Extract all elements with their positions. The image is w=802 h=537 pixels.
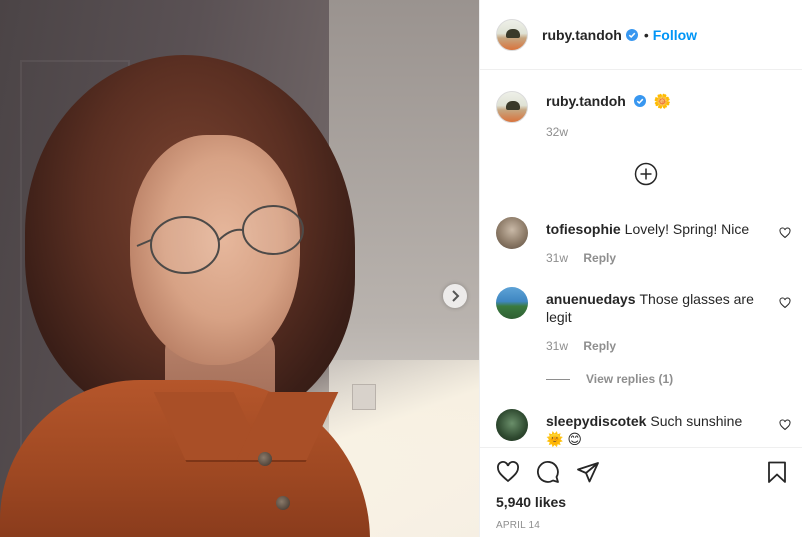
comment-body: anuenuedays Those glasses are legit [546, 290, 761, 326]
comment-avatar[interactable] [496, 217, 528, 249]
caption-avatar[interactable] [496, 91, 528, 123]
photo-light-switch [352, 384, 376, 410]
comment-avatar[interactable] [496, 287, 528, 319]
view-replies-line [546, 378, 570, 380]
comment: sleepydiscotek Such sunshine 🌞 😊 [496, 409, 791, 447]
header-separator: • [643, 26, 649, 43]
verified-badge-icon [625, 28, 638, 41]
caption: ruby.tandoh 🌼 [496, 91, 671, 123]
view-replies-button[interactable]: View replies (1) [546, 372, 673, 386]
heart-icon[interactable] [779, 419, 791, 431]
comment-meta: 31w Reply [546, 339, 616, 353]
chevron-right-icon [452, 290, 460, 302]
post-side-panel: ruby.tandoh • Follow ruby.tandoh 🌼 32w t… [479, 0, 802, 537]
verified-badge-icon [633, 95, 646, 107]
comment-body: tofiesophie Lovely! Spring! Nice [546, 220, 761, 238]
comment-body: sleepydiscotek Such sunshine 🌞 😊 [546, 412, 761, 447]
photo-glasses [136, 205, 304, 274]
caption-timestamp: 32w [546, 125, 569, 139]
view-replies-label: View replies (1) [586, 372, 674, 386]
comment: tofiesophie Lovely! Spring! Nice 31w Repl… [496, 217, 791, 277]
reply-button[interactable]: Reply [583, 339, 616, 353]
caption-text: 🌼 [653, 93, 672, 109]
heart-icon[interactable] [779, 297, 791, 309]
caption-username[interactable]: ruby.tandoh [546, 93, 626, 109]
bookmark-icon[interactable] [765, 460, 789, 484]
plus-circle-icon[interactable] [634, 162, 658, 186]
share-icon[interactable] [576, 460, 600, 484]
reply-button[interactable]: Reply [583, 251, 616, 265]
post-date: APRIL 14 [496, 520, 541, 531]
comment-time: 31w [546, 339, 569, 353]
comment-avatar[interactable] [496, 409, 528, 441]
comment-username[interactable]: anuenuedays [546, 291, 635, 307]
comment-time: 31w [546, 251, 569, 265]
next-photo-button[interactable] [443, 284, 467, 308]
photo-sweater-button [258, 452, 272, 466]
photo-sweater-button [276, 496, 290, 510]
comment-meta: 31w Reply [546, 251, 616, 265]
heart-icon[interactable] [779, 227, 791, 239]
follow-button[interactable]: Follow [653, 27, 697, 43]
comments-list[interactable]: ruby.tandoh 🌼 32w tofiesophie Lovely! Spr… [480, 71, 802, 447]
comment-username[interactable]: sleepydiscotek [546, 413, 646, 429]
heart-icon[interactable] [496, 460, 520, 484]
comment-icon[interactable] [536, 460, 560, 484]
instagram-post: ruby.tandoh • Follow ruby.tandoh 🌼 32w t… [0, 0, 802, 537]
post-actions: 5,940 likes APRIL 14 [480, 447, 802, 537]
comment: anuenuedays Those glasses are legit 31w R… [496, 287, 791, 387]
likes-count[interactable]: 5,940 likes [496, 494, 566, 510]
post-header: ruby.tandoh • Follow [480, 0, 802, 70]
author-avatar[interactable] [496, 18, 528, 51]
comment-username[interactable]: tofiesophie [546, 221, 621, 237]
comment-text: Lovely! Spring! Nice [624, 221, 750, 237]
post-photo[interactable] [0, 0, 479, 537]
author-username[interactable]: ruby.tandoh [542, 27, 622, 43]
